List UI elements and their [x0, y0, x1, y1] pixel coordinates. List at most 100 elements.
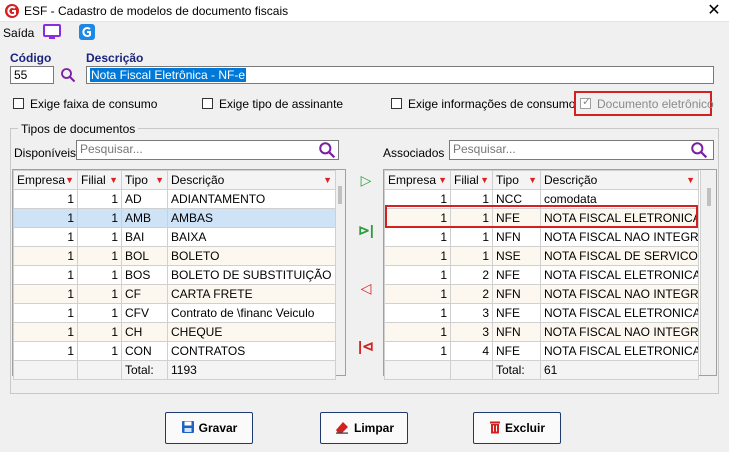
check-faixa-label: Exige faixa de consumo: [30, 97, 158, 111]
table-row[interactable]: 1 1 CF CARTA FRETE: [13, 284, 336, 304]
cell-tipo: CF: [121, 284, 168, 304]
table-row[interactable]: 1 3 NFN NOTA FISCAL NAO INTEGRA: [384, 322, 699, 342]
table-row[interactable]: 1 3 NFE NOTA FISCAL ELETRONICA: [384, 303, 699, 323]
table-row[interactable]: 1 1 AMB AMBAS: [13, 208, 336, 228]
cell-descricao: Contrato de \financ Veiculo: [167, 303, 336, 323]
check-faixa-consumo[interactable]: Exige faixa de consumo: [13, 97, 157, 111]
checkbox-assinante[interactable]: [202, 98, 213, 109]
cell-descricao: CONTRATOS: [167, 341, 336, 361]
search-icon[interactable]: [60, 67, 76, 83]
excluir-button[interactable]: Excluir: [473, 412, 561, 444]
scroll-thumb[interactable]: [338, 186, 342, 204]
filter-icon[interactable]: ▼: [528, 175, 537, 185]
move-right-icon[interactable]: ▷: [357, 171, 375, 189]
check-doc-eletronico[interactable]: ✓ Documento eletrônico: [580, 96, 714, 111]
cell-descricao: BOLETO: [167, 246, 336, 266]
move-left-icon[interactable]: ◁: [357, 279, 375, 297]
checkbox-doc-eletronico[interactable]: ✓: [580, 96, 591, 109]
move-all-right-icon[interactable]: ⊳|: [357, 221, 375, 239]
cell-filial: 3: [450, 303, 493, 323]
checkbox-faixa[interactable]: [13, 98, 24, 109]
cell-descricao: NOTA FISCAL DE SERVICO: [540, 246, 699, 266]
table-row[interactable]: 1 1 CFV Contrato de \financ Veiculo: [13, 303, 336, 323]
cell-tipo: CON: [121, 341, 168, 361]
check-tipo-assinante[interactable]: Exige tipo de assinante: [202, 97, 343, 111]
cell-tipo: BOL: [121, 246, 168, 266]
filter-icon[interactable]: ▼: [155, 175, 164, 185]
col-filial[interactable]: Filial ▼: [77, 170, 122, 190]
move-all-left-icon[interactable]: |⊲: [357, 337, 375, 355]
table-row[interactable]: 1 1 CH CHEQUE: [13, 322, 336, 342]
cell-descricao: AMBAS: [167, 208, 336, 228]
col-filial[interactable]: Filial ▼: [450, 170, 493, 190]
filter-icon[interactable]: ▼: [686, 175, 695, 185]
col-tipo[interactable]: Tipo ▼: [492, 170, 541, 190]
associados-search-input[interactable]: Pesquisar...: [449, 140, 714, 160]
table-row[interactable]: 1 2 NFN NOTA FISCAL NAO INTEGRA: [384, 284, 699, 304]
cell-filial: 2: [450, 284, 493, 304]
cell-tipo: NSE: [492, 246, 541, 266]
menu-saida[interactable]: Saída: [3, 26, 34, 40]
disponiveis-search-input[interactable]: Pesquisar...: [76, 140, 339, 160]
cell-filial: 1: [77, 208, 122, 228]
filter-icon[interactable]: ▼: [323, 175, 332, 185]
total-label: Total:: [492, 360, 541, 380]
limpar-label: Limpar: [353, 421, 394, 435]
limpar-button[interactable]: Limpar: [320, 412, 408, 444]
total-label: Total:: [121, 360, 168, 380]
close-button[interactable]: ✕: [702, 0, 726, 22]
cell-filial: 1: [77, 341, 122, 361]
col-empresa[interactable]: Empresa ▼: [13, 170, 78, 190]
nfe-row-highlight: [385, 205, 698, 228]
checkbox-info-consumo[interactable]: [391, 98, 402, 109]
cell-filial: 2: [450, 265, 493, 285]
col-descricao[interactable]: Descrição ▼: [167, 170, 336, 190]
check-info-consumo[interactable]: Exige informações de consumo: [391, 97, 575, 111]
descricao-field[interactable]: Nota Fiscal Eletrônica - NF-e: [86, 66, 714, 84]
g-app-icon[interactable]: [79, 24, 95, 40]
filter-icon[interactable]: ▼: [438, 175, 447, 185]
cell-tipo: NFN: [492, 322, 541, 342]
disponiveis-grid[interactable]: Empresa ▼ Filial ▼ Tipo ▼ Descrição ▼ 1 1 AD AD…: [12, 169, 346, 380]
cell-empresa: 1: [13, 246, 78, 266]
codigo-field[interactable]: 55: [10, 66, 54, 84]
cell-empresa: 1: [384, 341, 451, 361]
cell-empresa: 1: [384, 227, 451, 247]
col-tipo[interactable]: Tipo ▼: [121, 170, 168, 190]
col-empresa[interactable]: Empresa ▼: [384, 170, 451, 190]
cell-descricao: NOTA FISCAL ELETRONICA: [540, 303, 699, 323]
cell-filial: 3: [450, 322, 493, 342]
cell-filial: 1: [77, 265, 122, 285]
col-descricao[interactable]: Descrição ▼: [540, 170, 699, 190]
scroll-thumb[interactable]: [707, 188, 711, 206]
associados-grid[interactable]: Empresa ▼ Filial ▼ Tipo ▼ Descrição ▼ 1 1 NCC c…: [383, 169, 717, 380]
table-row[interactable]: 1 1 NFN NOTA FISCAL NAO INTEGRA: [384, 227, 699, 247]
cell-descricao: BOLETO DE SUBSTITUIÇÃO: [167, 265, 336, 285]
table-row[interactable]: 1 1 AD ADIANTAMENTO: [13, 189, 336, 209]
search-icon[interactable]: [690, 141, 708, 159]
disponiveis-scrollbar[interactable]: [335, 170, 345, 375]
cell-empresa: 1: [13, 227, 78, 247]
cell-filial: 1: [77, 284, 122, 304]
check-assinante-label: Exige tipo de assinante: [219, 97, 344, 111]
associados-scrollbar[interactable]: [700, 170, 716, 375]
descricao-label: Descrição: [86, 51, 144, 65]
search-icon[interactable]: [318, 141, 336, 159]
filter-icon[interactable]: ▼: [480, 175, 489, 185]
table-row[interactable]: 1 1 BOL BOLETO: [13, 246, 336, 266]
table-row[interactable]: 1 1 NSE NOTA FISCAL DE SERVICO: [384, 246, 699, 266]
table-row[interactable]: 1 1 CON CONTRATOS: [13, 341, 336, 361]
filter-icon[interactable]: ▼: [109, 175, 118, 185]
table-row[interactable]: 1 2 NFE NOTA FISCAL ELETRONICA: [384, 265, 699, 285]
filter-icon[interactable]: ▼: [65, 175, 74, 185]
table-row[interactable]: 1 4 NFE NOTA FISCAL ELETRONICA: [384, 341, 699, 361]
cell-empresa: 1: [384, 246, 451, 266]
gravar-button[interactable]: Gravar: [165, 412, 253, 444]
table-row[interactable]: 1 1 BOS BOLETO DE SUBSTITUIÇÃO: [13, 265, 336, 285]
cell-tipo: NFE: [492, 303, 541, 323]
descricao-value: Nota Fiscal Eletrônica - NF-e: [90, 68, 247, 82]
cell-filial: 1: [77, 246, 122, 266]
monitor-icon[interactable]: [43, 24, 61, 40]
cell-filial: 1: [77, 303, 122, 323]
table-row[interactable]: 1 1 BAI BAIXA: [13, 227, 336, 247]
